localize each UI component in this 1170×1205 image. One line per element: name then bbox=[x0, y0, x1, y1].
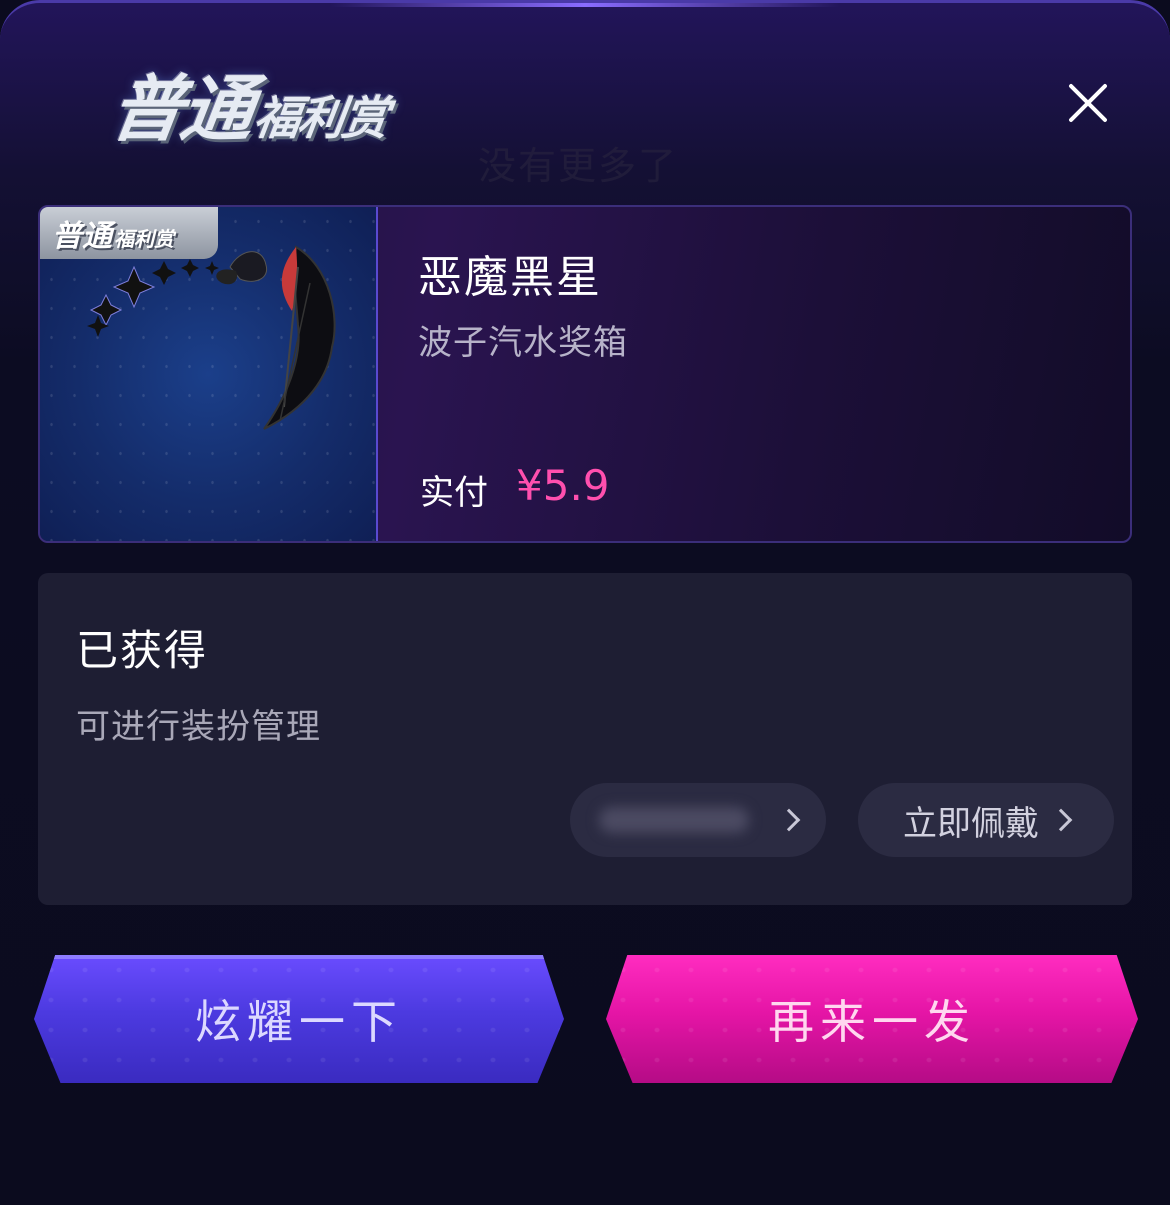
reward-modal: 没有更多了 普通 福利赏 普通 福利赏 恶魔黑星 波子汽水奖箱 实付 ¥5.9 … bbox=[0, 0, 1170, 1205]
prize-card: 普通 福利赏 恶魔黑星 波子汽水奖箱 实付 ¥5.9 bbox=[38, 205, 1132, 543]
background-ghost-text: 没有更多了 bbox=[478, 144, 679, 188]
draw-again-button[interactable]: 再来一发 bbox=[606, 955, 1138, 1083]
wear-now-label: 立即佩戴 bbox=[903, 803, 1039, 844]
chevron-right-icon bbox=[777, 808, 801, 832]
draw-again-label: 再来一发 bbox=[768, 995, 976, 1049]
close-icon[interactable] bbox=[1060, 75, 1116, 131]
status-panel: 已获得 可进行装扮管理 立即佩戴 bbox=[38, 573, 1132, 905]
obscured-action-button[interactable] bbox=[570, 783, 826, 857]
tier-badge: 普通 福利赏 bbox=[40, 207, 218, 259]
show-off-label: 炫耀一下 bbox=[195, 995, 403, 1049]
status-title: 已获得 bbox=[76, 626, 209, 675]
wear-now-button[interactable]: 立即佩戴 bbox=[858, 783, 1114, 857]
prize-thumbnail: 普通 福利赏 bbox=[40, 207, 378, 541]
show-off-button[interactable]: 炫耀一下 bbox=[34, 955, 564, 1083]
reward-tier-logo: 普通 福利赏 bbox=[106, 61, 395, 151]
paid-price: ¥5.9 bbox=[516, 461, 610, 510]
logo-sub-text: 福利赏 bbox=[250, 91, 391, 145]
prize-source: 波子汽水奖箱 bbox=[418, 323, 628, 363]
badge-sub-text: 福利赏 bbox=[114, 226, 174, 251]
status-description: 可进行装扮管理 bbox=[76, 707, 321, 747]
paid-label: 实付 bbox=[420, 473, 488, 513]
badge-main-text: 普通 bbox=[52, 219, 112, 254]
logo-main-text: 普通 bbox=[105, 67, 258, 151]
prize-name: 恶魔黑星 bbox=[418, 252, 602, 303]
chevron-right-icon bbox=[1049, 808, 1073, 832]
blurred-label bbox=[599, 807, 749, 833]
